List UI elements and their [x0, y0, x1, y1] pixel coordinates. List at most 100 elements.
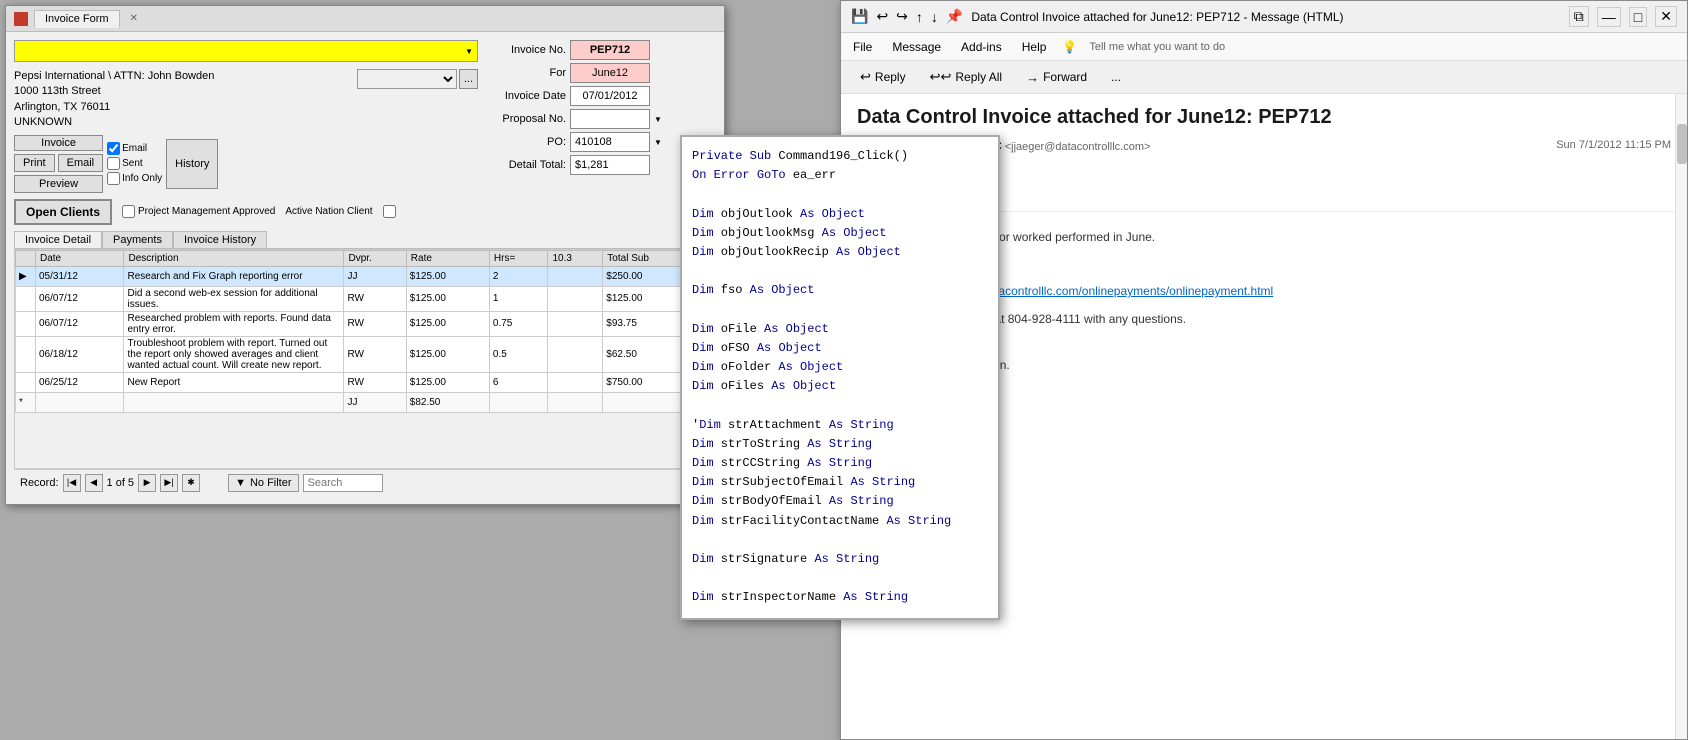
print-email-row: Print Email [14, 154, 103, 172]
proposal-no-row: Proposal No. ▼ [486, 109, 716, 129]
table-row[interactable]: 06/18/12Troubleshoot problem with report… [16, 336, 715, 372]
open-clients-row: Open Clients Project Management Approved… [14, 199, 716, 225]
cell-description: Troubleshoot problem with report. Turned… [124, 336, 344, 372]
address-line3: UNKNOWN [14, 115, 353, 130]
proposal-no-input[interactable] [570, 109, 650, 129]
address-controls: ... [357, 69, 478, 89]
code-line: Dim oFiles As Object [692, 377, 988, 396]
dropdown-arrow-icon[interactable]: ▼ [465, 47, 473, 56]
nav-prev-button[interactable]: ◀ [85, 474, 103, 492]
th-selector [16, 250, 36, 266]
maximize-icon[interactable]: □ [1629, 7, 1647, 27]
nav-first-button[interactable]: |◀ [63, 474, 81, 492]
history-button[interactable]: History [166, 139, 218, 189]
minimize-icon[interactable]: — [1597, 7, 1621, 27]
down-icon[interactable]: ↓ [931, 9, 938, 25]
invoice-history-tab[interactable]: Invoice History [173, 231, 267, 248]
client-dropdown[interactable]: ▼ [14, 40, 478, 62]
cell-description: New Report [124, 372, 344, 392]
info-only-label[interactable]: Info Only [107, 172, 162, 185]
code-line: Dim objOutlookMsg As Object [692, 224, 988, 243]
project-mgmt-label[interactable]: Project Management Approved [122, 205, 275, 218]
menu-help[interactable]: Help [1018, 38, 1051, 56]
outlook-toolbar: ↩ Reply ↩↩ Reply All → Forward ... [841, 61, 1687, 94]
for-input[interactable] [570, 63, 650, 83]
print-button[interactable]: Print [14, 154, 55, 172]
po-input[interactable] [570, 132, 650, 152]
row-selector [16, 372, 36, 392]
redo-icon[interactable]: ↪ [896, 8, 908, 25]
invoice-body: ▼ Pepsi International \ ATTN: John Bowde… [6, 32, 724, 504]
nav-new-button[interactable]: ✱ [182, 474, 200, 492]
th-date: Date [36, 250, 124, 266]
reply-button[interactable]: ↩ Reply [851, 65, 915, 89]
nav-next-button[interactable]: ▶ [138, 474, 156, 492]
table-row[interactable]: 06/25/12New ReportRW$125.006$750.00 [16, 372, 715, 392]
email-button[interactable]: Email [58, 154, 104, 172]
proposal-dropdown-icon[interactable]: ▼ [654, 115, 662, 124]
address-dropdown[interactable] [357, 69, 457, 89]
invoice-top: ▼ Pepsi International \ ATTN: John Bowde… [14, 40, 716, 193]
email-checkbox[interactable] [107, 142, 120, 155]
preview-button[interactable]: Preview [14, 175, 103, 193]
cell-description: Did a second web-ex session for addition… [124, 286, 344, 311]
cell-rate: $125.00 [406, 311, 489, 336]
restore-icon[interactable]: ⧉ [1569, 6, 1589, 27]
forward-button[interactable]: → Forward [1017, 66, 1096, 89]
invoice-tab[interactable]: Invoice Form [34, 10, 120, 28]
save-icon[interactable]: 💾 [851, 8, 868, 25]
invoice-detail-tab[interactable]: Invoice Detail [14, 231, 102, 248]
menu-file[interactable]: File [849, 38, 876, 56]
cell-dvpr: RW [344, 311, 406, 336]
code-line: Dim oFile As Object [692, 320, 988, 339]
cell- [548, 286, 603, 311]
invoice-no-label: Invoice No. [486, 44, 566, 56]
invoice-table: Date Description Dvpr. Rate Hrs= 10.3 To… [15, 250, 715, 413]
code-line: Dim strSignature As String [692, 550, 988, 569]
project-mgmt-checkbox[interactable] [122, 205, 135, 218]
tell-me-text[interactable]: Tell me what you want to do [1089, 41, 1225, 53]
no-filter-button[interactable]: ▼ No Filter [228, 474, 298, 492]
sent-checkbox-label[interactable]: Sent [107, 157, 162, 170]
nav-last-button[interactable]: ▶| [160, 474, 178, 492]
payments-tab[interactable]: Payments [102, 231, 173, 248]
scroll-thumb[interactable] [1677, 124, 1687, 164]
table-row[interactable]: ▶05/31/12Research and Fix Graph reportin… [16, 266, 715, 286]
invoice-no-input[interactable] [570, 40, 650, 60]
invoice-label-btn[interactable]: Invoice [14, 135, 103, 151]
pin-icon[interactable]: 📌 [946, 8, 963, 25]
info-only-checkbox[interactable] [107, 172, 120, 185]
open-clients-button[interactable]: Open Clients [14, 199, 112, 225]
address-ellipsis-button[interactable]: ... [459, 69, 478, 89]
tab-close-icon[interactable]: ✕ [130, 13, 138, 24]
up-icon[interactable]: ↑ [916, 9, 923, 25]
search-input[interactable] [303, 474, 383, 492]
po-dropdown-icon[interactable]: ▼ [654, 138, 662, 147]
outlook-titlebar: 💾 ↩ ↪ ↑ ↓ 📌 Data Control Invoice attache… [841, 1, 1687, 33]
email-checkbox-label[interactable]: Email [107, 142, 162, 155]
scrollbar[interactable] [1675, 94, 1687, 739]
detail-total-input[interactable] [570, 155, 650, 175]
table-row[interactable]: *JJ$82.50 [16, 392, 715, 412]
cell-hrs: 1 [489, 286, 548, 311]
more-button[interactable]: ... [1102, 66, 1130, 88]
invoice-date-input[interactable] [570, 86, 650, 106]
menu-message[interactable]: Message [888, 38, 945, 56]
cell-dvpr: JJ [344, 392, 406, 412]
th-description: Description [124, 250, 344, 266]
table-row[interactable]: 06/07/12Researched problem with reports.… [16, 311, 715, 336]
row-selector [16, 286, 36, 311]
undo-icon[interactable]: ↩ [876, 8, 888, 25]
code-line [692, 301, 988, 320]
code-line: Dim fso As Object [692, 281, 988, 300]
reply-all-button[interactable]: ↩↩ Reply All [921, 65, 1011, 89]
close-icon[interactable]: ✕ [1655, 6, 1677, 27]
cell-dvpr: JJ [344, 266, 406, 286]
code-line: Dim objOutlookRecip As Object [692, 243, 988, 262]
active-nation-checkbox[interactable] [383, 205, 396, 218]
menu-addins[interactable]: Add-ins [957, 38, 1006, 56]
sent-checkbox[interactable] [107, 157, 120, 170]
table-row[interactable]: 06/07/12Did a second web-ex session for … [16, 286, 715, 311]
cell- [548, 372, 603, 392]
code-popup: Private Sub Command196_Click()On Error G… [680, 135, 1000, 620]
